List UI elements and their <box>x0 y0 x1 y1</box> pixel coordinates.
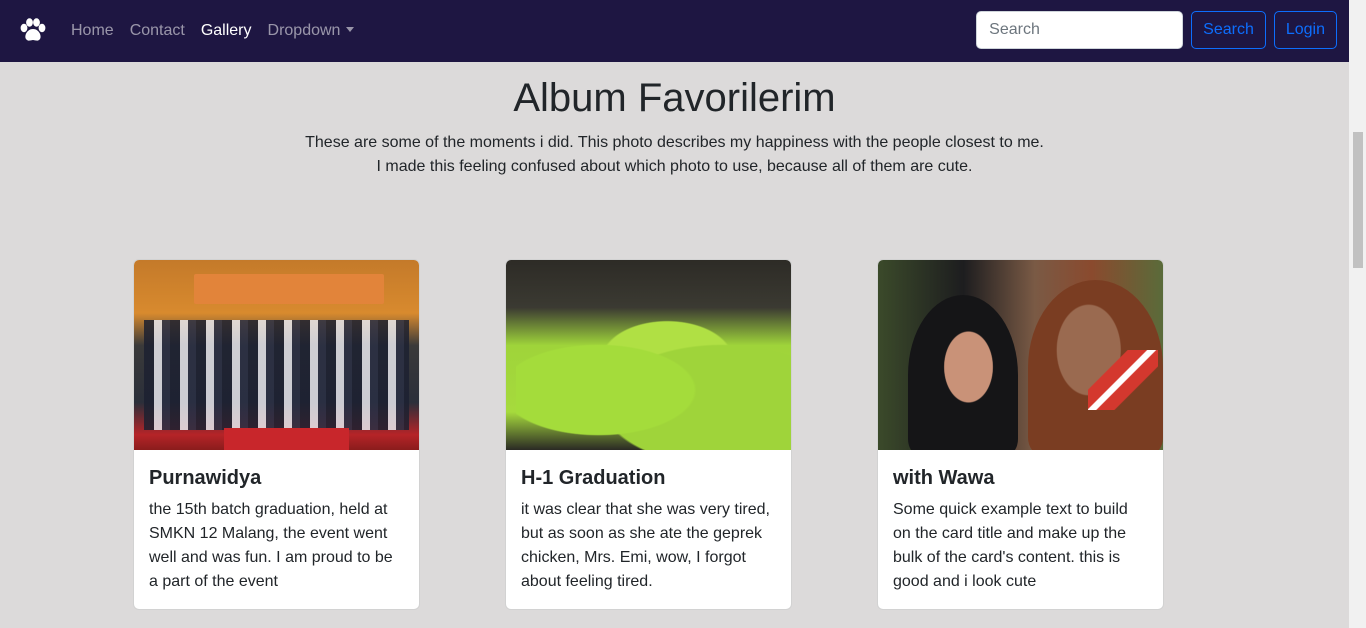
nav-dropdown-label: Dropdown <box>267 22 341 39</box>
card-image <box>134 260 419 450</box>
card-body: H-1 Graduation it was clear that she was… <box>506 450 791 609</box>
card-image <box>878 260 1163 450</box>
lead-line-1: These are some of the moments i did. Thi… <box>305 134 1044 151</box>
card-title: with Wawa <box>893 467 995 489</box>
caret-down-icon <box>346 27 355 32</box>
card-body: Purnawidya the 15th batch graduation, he… <box>134 450 419 609</box>
card-image <box>506 260 791 450</box>
vertical-scrollbar[interactable] <box>1349 0 1366 628</box>
page-lead: These are some of the moments i did. Thi… <box>0 131 1349 179</box>
search-button[interactable]: Search <box>1191 11 1266 49</box>
card-title: H-1 Graduation <box>521 467 666 489</box>
nav-link-home[interactable]: Home <box>71 22 114 40</box>
card-text: it was clear that she was very tired, bu… <box>521 501 770 590</box>
nav-dropdown-toggle[interactable]: Dropdown <box>268 22 355 40</box>
card-title: Purnawidya <box>149 467 262 489</box>
card-h1-graduation: H-1 Graduation it was clear that she was… <box>505 259 792 610</box>
search-input[interactable] <box>976 11 1184 49</box>
lead-line-2: I made this feeling confused about which… <box>376 158 973 175</box>
navbar: Home Contact Gallery Dropdown Search Log… <box>0 0 1349 62</box>
card-purnawidya: Purnawidya the 15th batch graduation, he… <box>133 259 420 610</box>
nav-link-contact[interactable]: Contact <box>130 22 185 40</box>
search-form: Search Login <box>976 11 1337 49</box>
nav-link-gallery[interactable]: Gallery <box>201 22 252 40</box>
page-title: Album Favorilerim <box>513 76 836 120</box>
login-button[interactable]: Login <box>1273 11 1337 49</box>
card-body: with Wawa Some quick example text to bui… <box>878 450 1163 609</box>
card-text: the 15th batch graduation, held at SMKN … <box>149 501 393 590</box>
card-with-wawa: with Wawa Some quick example text to bui… <box>877 259 1164 610</box>
paw-icon[interactable] <box>17 17 49 45</box>
card-text: Some quick example text to build on the … <box>893 501 1128 590</box>
scrollbar-thumb[interactable] <box>1353 132 1363 268</box>
